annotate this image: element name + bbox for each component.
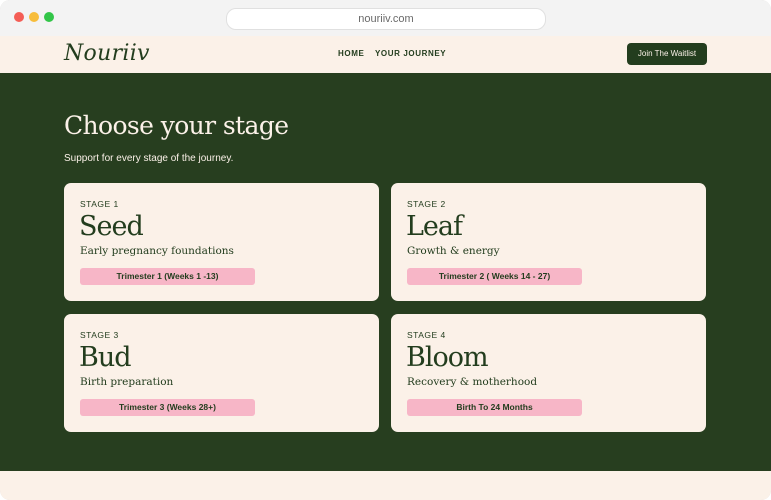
stage-name: Leaf [406,211,463,242]
address-bar[interactable]: nouriiv.com [226,8,546,30]
brand-logo[interactable]: Nouriiv [64,41,150,66]
site-header: Nouriiv HOME YOUR JOURNEY Join The Waitl… [0,36,771,74]
join-waitlist-button[interactable]: Join The Waitlist [627,43,707,65]
page-footer [0,471,771,500]
minimize-window-button[interactable] [29,12,39,22]
nav-link-home[interactable]: HOME [338,49,364,58]
stage-label: STAGE 3 [80,330,119,340]
stage-name: Bud [79,342,132,373]
stage-card-bloom[interactable]: STAGE 4 Bloom Recovery & motherhood Birt… [391,314,706,432]
stage-label: STAGE 2 [407,199,446,209]
stage-card-seed[interactable]: STAGE 1 Seed Early pregnancy foundations… [64,183,379,301]
stage-name: Bloom [406,342,489,373]
stage-timeframe-badge: Trimester 3 (Weeks 28+) [80,399,255,416]
maximize-window-button[interactable] [44,12,54,22]
stage-card-leaf[interactable]: STAGE 2 Leaf Growth & energy Trimester 2… [391,183,706,301]
stage-description: Recovery & motherhood [407,376,538,388]
stage-label: STAGE 1 [80,199,119,209]
stage-description: Early pregnancy foundations [80,245,234,257]
section-subtitle: Support for every stage of the journey. [64,153,234,164]
browser-chrome: nouriiv.com [0,0,771,37]
close-window-button[interactable] [14,12,24,22]
stages-section: Choose your stage Support for every stag… [0,73,771,471]
stage-label: STAGE 4 [407,330,446,340]
stage-timeframe-badge: Trimester 2 ( Weeks 14 - 27) [407,268,582,285]
nav-link-your-journey[interactable]: YOUR JOURNEY [375,49,446,58]
browser-window: nouriiv.com Nouriiv HOME YOUR JOURNEY Jo… [0,0,771,500]
stage-timeframe-badge: Birth To 24 Months [407,399,582,416]
stage-name: Seed [79,211,144,242]
stage-description: Growth & energy [407,245,500,257]
stage-description: Birth preparation [80,376,174,388]
stage-timeframe-badge: Trimester 1 (Weeks 1 -13) [80,268,255,285]
section-title: Choose your stage [64,111,289,140]
stage-card-bud[interactable]: STAGE 3 Bud Birth preparation Trimester … [64,314,379,432]
